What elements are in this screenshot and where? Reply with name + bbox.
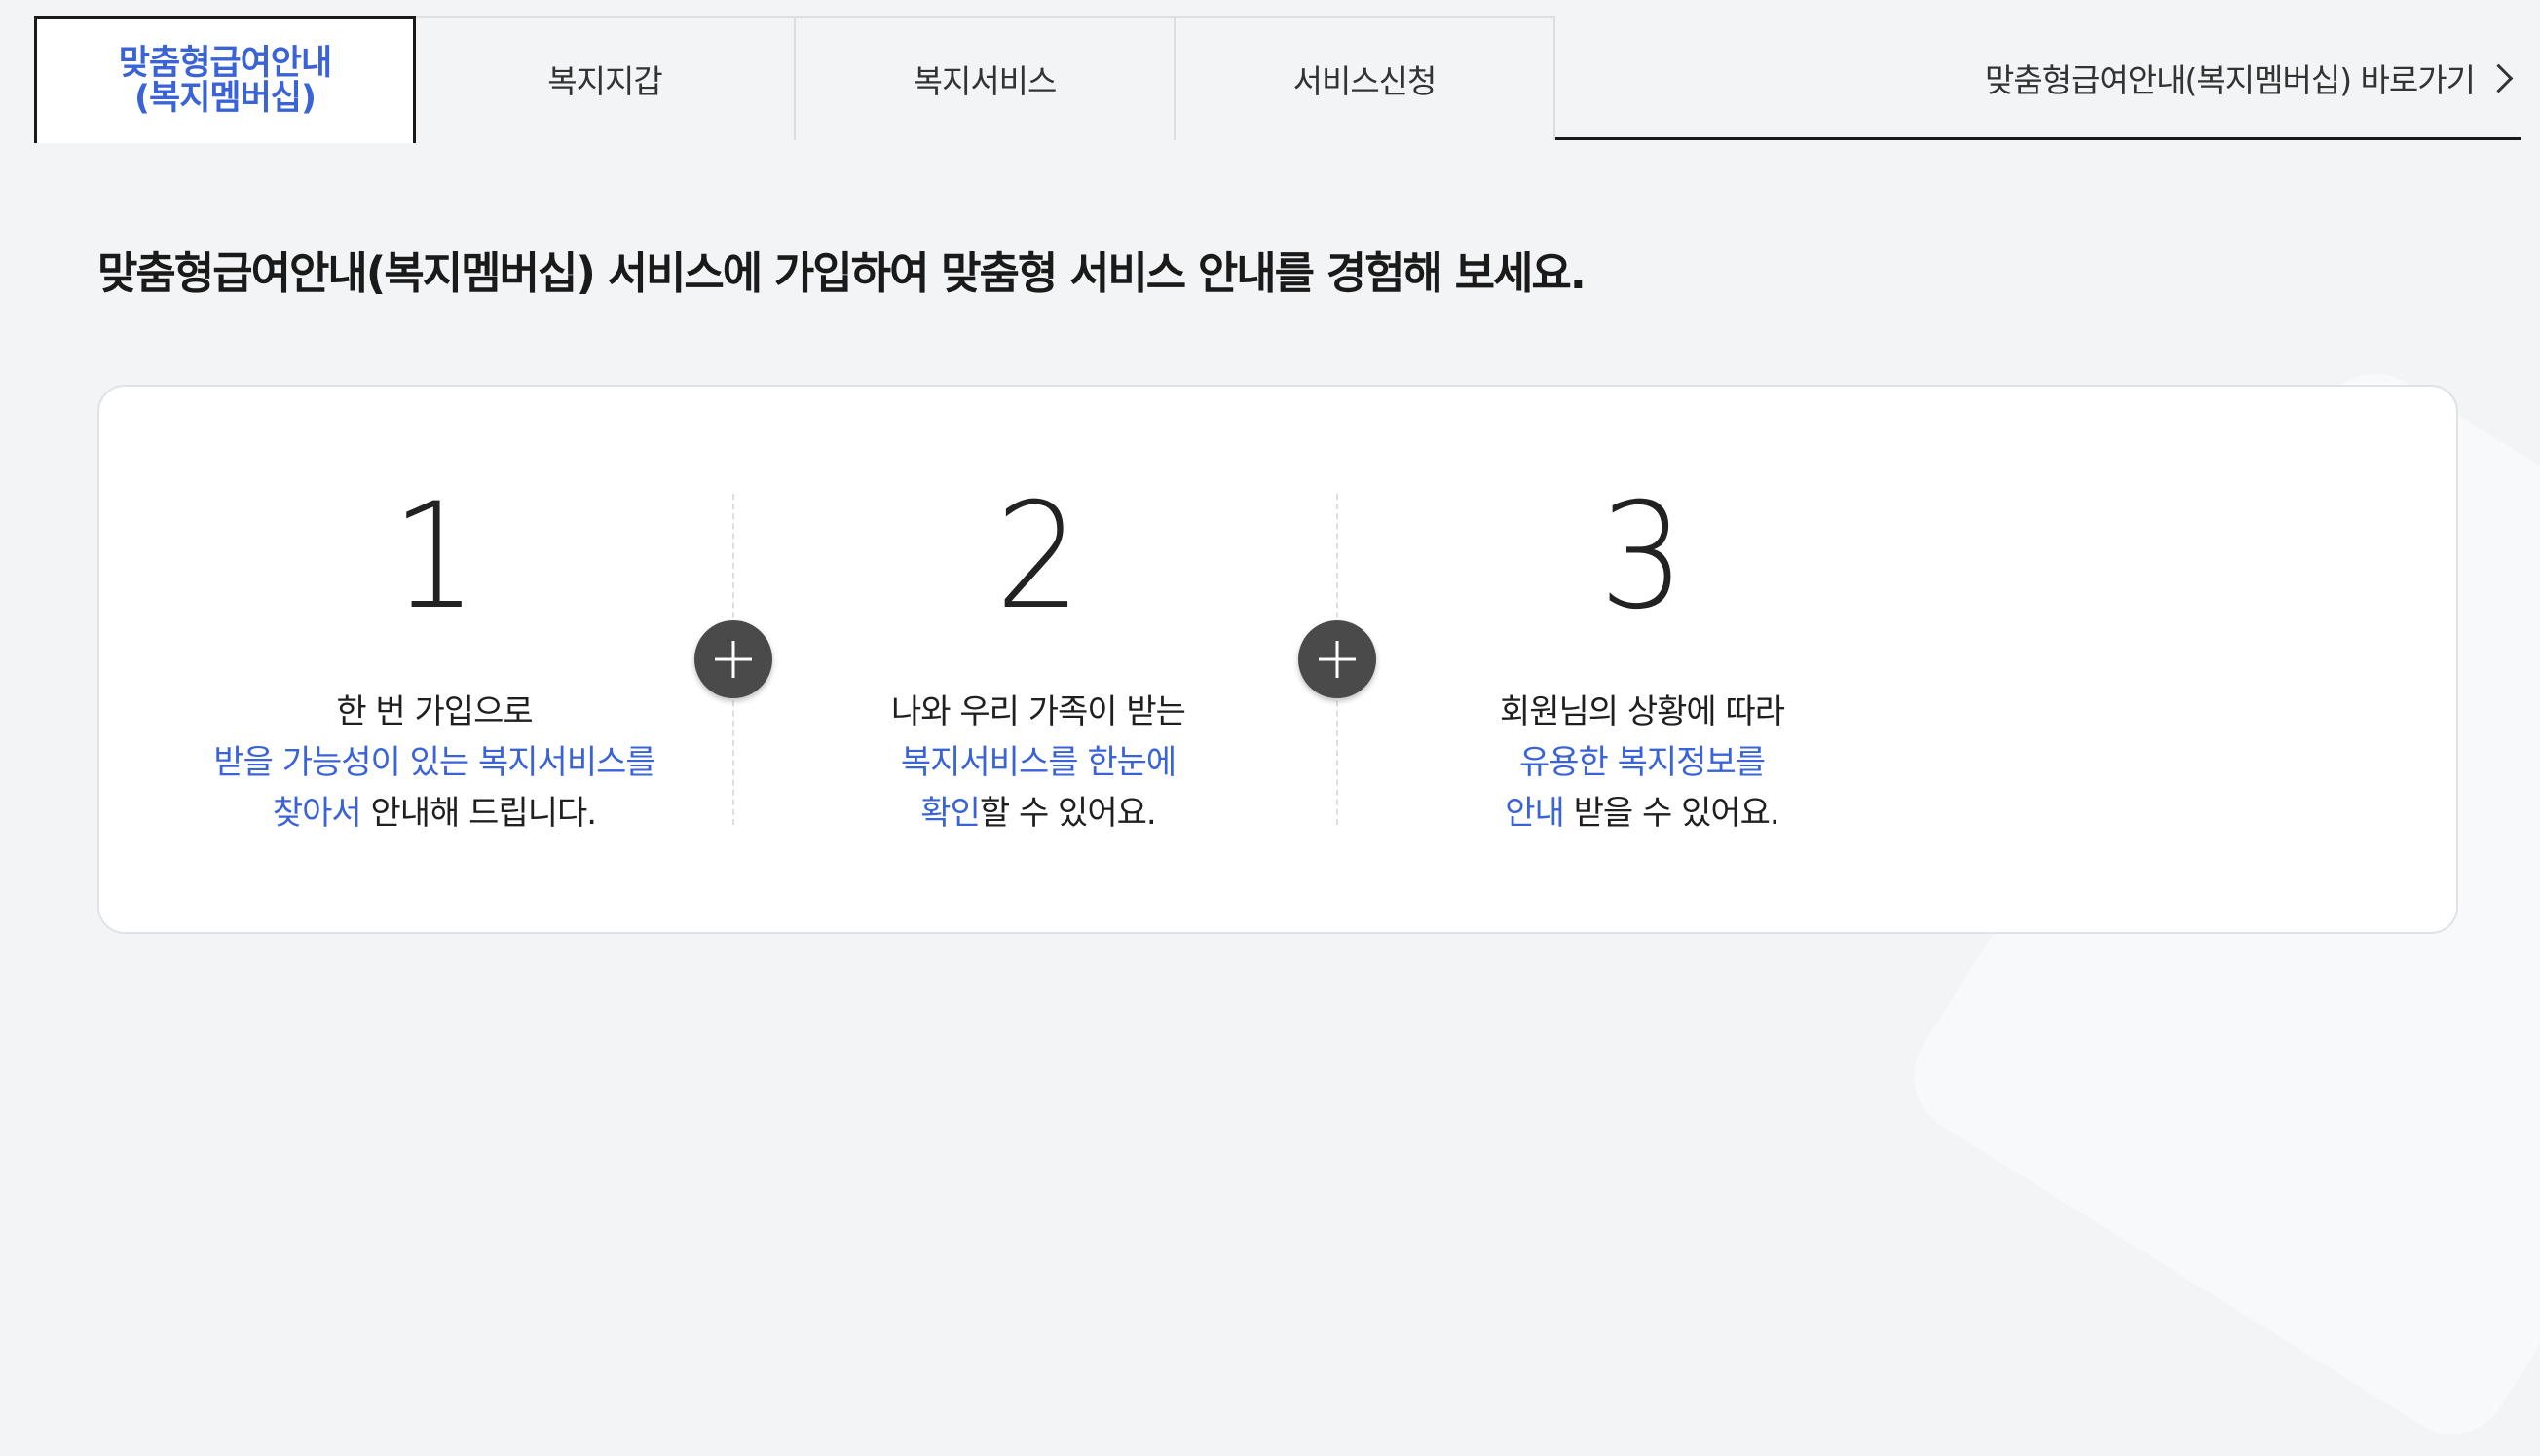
step-highlight-text: 찾아서	[272, 794, 362, 833]
plus-icon	[1298, 620, 1376, 698]
step-text: 받을 수 있어요.	[1563, 794, 1780, 833]
step-number: 3	[1599, 472, 1685, 642]
step-line: 확인할 수 있어요.	[795, 788, 1282, 839]
step-number: 1	[392, 472, 477, 642]
chevron-right-icon	[2484, 63, 2514, 93]
step-1: 1 한 번 가입으로 받을 가능성이 있는 복지서비스를 찾아서 안내해 드립니…	[191, 484, 678, 839]
page-headline: 맞춤형급여안내(복지멤버십) 서비스에 가입하여 맞춤형 서비스 안내를 경험해…	[97, 247, 1587, 299]
tab-welfare-service-label: 복지서비스	[913, 62, 1058, 100]
step-description: 한 번 가입으로 받을 가능성이 있는 복지서비스를 찾아서 안내해 드립니다.	[191, 687, 678, 839]
step-description: 회원님의 상황에 따라 유용한 복지정보를 안내 받을 수 있어요.	[1399, 687, 1886, 839]
step-line: 한 번 가입으로	[336, 692, 533, 731]
step-highlight-line: 받을 가능성이 있는 복지서비스를	[213, 743, 655, 782]
step-highlight-line: 복지서비스를 한눈에	[900, 743, 1177, 782]
tab-membership[interactable]: 맞춤형급여안내 (복지멤버십)	[34, 16, 416, 143]
membership-shortcut-link[interactable]: 맞춤형급여안내(복지멤버십) 바로가기	[1985, 16, 2521, 140]
steps-card: 1 한 번 가입으로 받을 가능성이 있는 복지서비스를 찾아서 안내해 드립니…	[97, 385, 2458, 934]
step-line: 찾아서 안내해 드립니다.	[191, 788, 678, 839]
step-number: 2	[995, 472, 1081, 642]
tab-welfare-wallet[interactable]: 복지지갑	[414, 16, 796, 140]
tab-bar: 맞춤형급여안내 (복지멤버십) 복지지갑 복지서비스 서비스신청 맞춤형급여안내…	[34, 16, 2521, 143]
tab-welfare-service[interactable]: 복지서비스	[794, 16, 1176, 140]
step-highlight-text: 안내	[1505, 794, 1565, 833]
step-highlight-line: 유용한 복지정보를	[1518, 743, 1766, 782]
tab-membership-label: 맞춤형급여안내 (복지멤버십)	[118, 44, 332, 118]
tab-service-application-label: 서비스신청	[1292, 62, 1438, 100]
plus-icon	[694, 620, 772, 698]
step-text: 할 수 있어요.	[979, 794, 1157, 833]
tab-service-application[interactable]: 서비스신청	[1174, 16, 1555, 140]
step-line: 나와 우리 가족이 받는	[891, 692, 1186, 731]
step-line: 안내 받을 수 있어요.	[1399, 788, 1886, 839]
step-text: 안내해 드립니다.	[360, 794, 598, 833]
step-description: 나와 우리 가족이 받는 복지서비스를 한눈에 확인할 수 있어요.	[795, 687, 1282, 839]
step-3: 3 회원님의 상황에 따라 유용한 복지정보를 안내 받을 수 있어요.	[1399, 484, 1886, 839]
tab-welfare-wallet-label: 복지지갑	[547, 62, 662, 100]
step-highlight-text: 확인	[920, 794, 981, 833]
step-2: 2 나와 우리 가족이 받는 복지서비스를 한눈에 확인할 수 있어요.	[795, 484, 1282, 839]
step-line: 회원님의 상황에 따라	[1499, 692, 1785, 731]
shortcut-label: 맞춤형급여안내(복지멤버십) 바로가기	[1985, 61, 2476, 99]
